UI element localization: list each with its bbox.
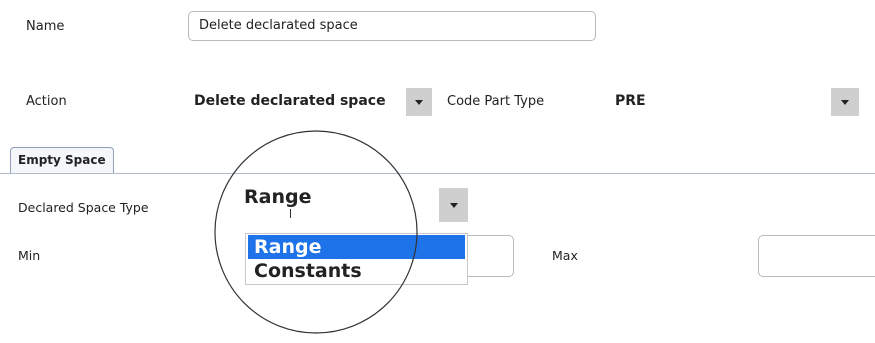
magnifier-circle <box>214 130 418 334</box>
